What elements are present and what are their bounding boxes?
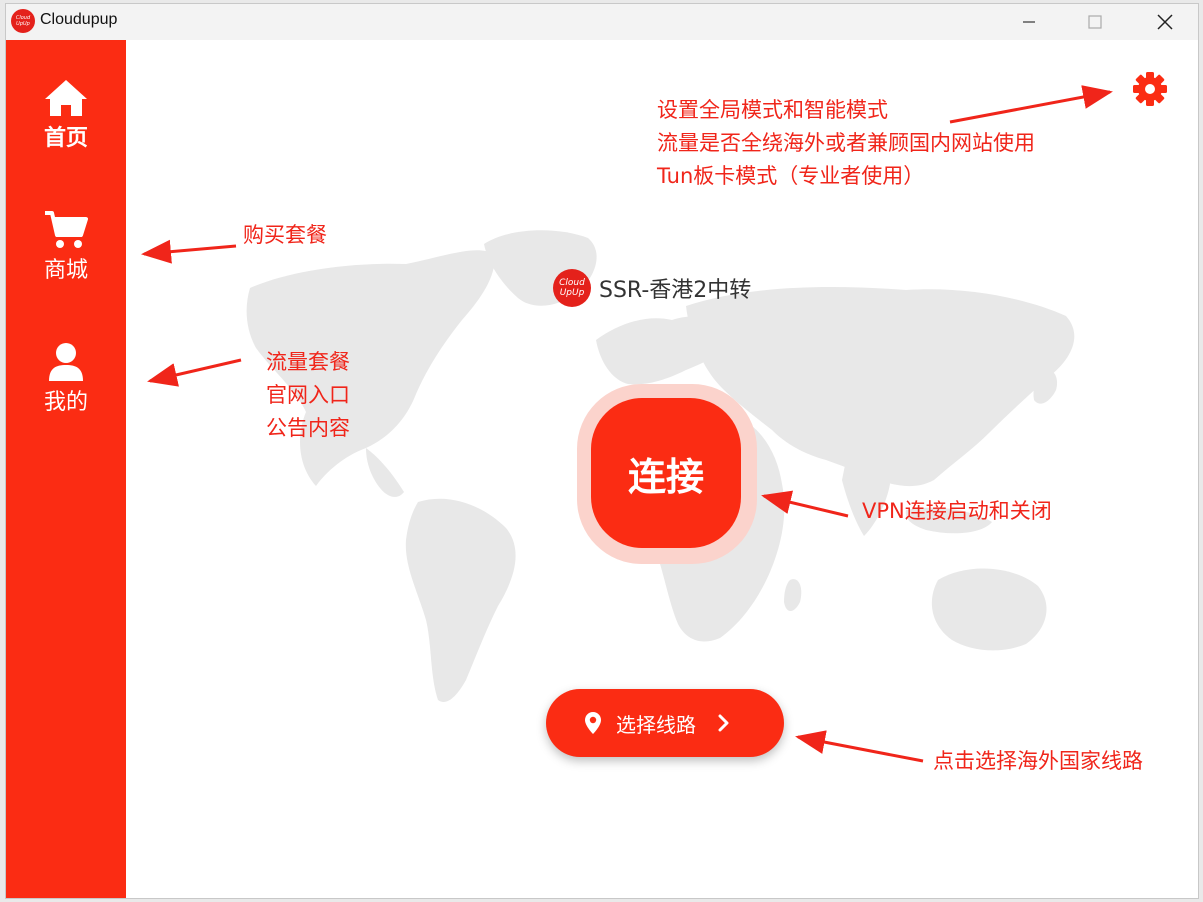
sidebar-item-label: 首页 (43, 126, 88, 151)
user-icon (49, 343, 83, 381)
cart-icon (45, 211, 88, 248)
annotation-line: 公告内容 (266, 416, 350, 440)
sidebar: 首页 商城 我的 (6, 40, 126, 898)
select-route-label: 选择线路 (616, 712, 696, 737)
annotation-line: 设置全局模式和智能模式 (657, 98, 888, 122)
annotation-line: 官网入口 (266, 383, 350, 407)
annotation-connect: VPN连接启动和关闭 (862, 499, 1052, 523)
sidebar-item-home[interactable]: 首页 (6, 78, 126, 152)
title-bar: Cloud UpUp Cloudupup (6, 4, 1198, 40)
sidebar-item-mine[interactable]: 我的 (6, 342, 126, 416)
current-server: Cloud UpUp SSR-香港2中转 (553, 268, 751, 308)
select-route-button[interactable]: 选择线路 (546, 689, 784, 757)
sidebar-item-shop[interactable]: 商城 (6, 210, 126, 284)
minimize-button[interactable] (1006, 4, 1052, 40)
server-logo-text-2: UpUp (559, 288, 585, 298)
annotation-line: 流量是否全绕海外或者兼顾国内网站使用 (657, 131, 1035, 155)
annotation-route: 点击选择海外国家线路 (933, 749, 1143, 773)
connect-button-label: 连接 (627, 454, 704, 499)
annotation-line: 流量套餐 (266, 350, 350, 374)
maximize-icon (1088, 15, 1102, 29)
close-icon (1157, 14, 1173, 30)
app-window: Cloud UpUp Cloudupup 首页 商城 我的 设置全局模式和智能模… (5, 3, 1199, 899)
minimize-icon (1023, 21, 1035, 23)
sidebar-item-label: 我的 (43, 390, 88, 415)
home-icon (45, 80, 87, 116)
main-content: 设置全局模式和智能模式 流量是否全绕海外或者兼顾国内网站使用 Tun板卡模式（专… (126, 40, 1198, 898)
annotation-line: Tun板卡模式（专业者使用） (657, 164, 925, 188)
server-logo: Cloud UpUp (553, 269, 591, 307)
sidebar-item-label: 商城 (43, 258, 88, 283)
server-name: SSR-香港2中转 (599, 278, 752, 303)
location-pin-icon (585, 712, 601, 734)
app-title: Cloudupup (40, 11, 118, 28)
chevron-right-icon (718, 714, 729, 732)
close-button[interactable] (1142, 4, 1188, 40)
app-logo-text-2: UpUp (16, 21, 30, 27)
connect-button[interactable]: 连接 (591, 398, 741, 548)
server-logo-text-1: Cloud (559, 278, 585, 288)
gear-icon[interactable] (1132, 71, 1168, 107)
annotation-mine: 流量套餐 官网入口 公告内容 (266, 346, 350, 445)
annotation-settings: 设置全局模式和智能模式 流量是否全绕海外或者兼顾国内网站使用 Tun板卡模式（专… (657, 94, 1035, 193)
annotation-shop: 购买套餐 (243, 223, 327, 247)
maximize-button[interactable] (1072, 4, 1118, 40)
app-logo: Cloud UpUp (11, 9, 35, 33)
